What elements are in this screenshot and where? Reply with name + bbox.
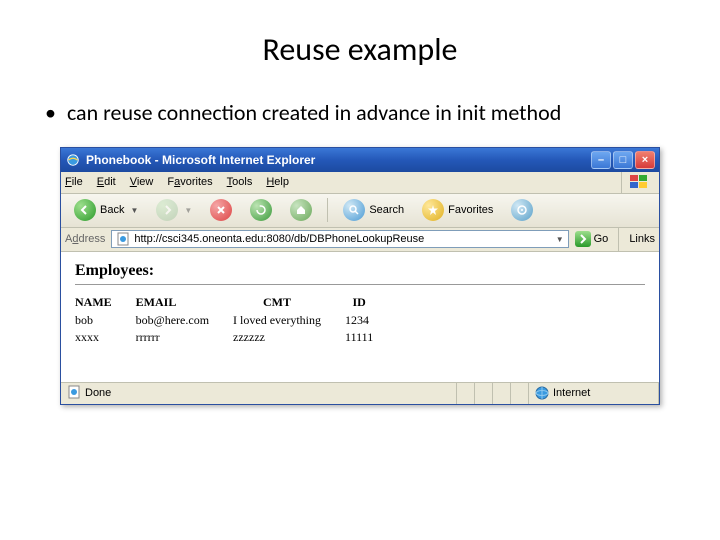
minimize-button[interactable]: – — [591, 151, 611, 169]
menu-favorites[interactable]: Favorites — [167, 176, 212, 188]
favorites-star-icon — [422, 199, 444, 221]
page-heading: Employees: — [75, 262, 645, 280]
status-blank-1 — [457, 383, 475, 404]
slide-bullet: can reuse connection created in advance … — [45, 99, 645, 127]
toolbar-separator — [327, 198, 328, 222]
maximize-button[interactable]: □ — [613, 151, 633, 169]
zone-text: Internet — [553, 387, 590, 399]
globe-icon — [535, 386, 549, 400]
slide-title: Reuse example — [35, 30, 685, 69]
cell-email: rrrrrr — [136, 329, 233, 346]
menubar: File Edit View Favorites Tools Help — [61, 172, 659, 194]
address-dropdown-icon[interactable]: ▼ — [556, 235, 564, 244]
back-button[interactable]: Back ▼ — [67, 197, 145, 223]
stop-icon — [210, 199, 232, 221]
forward-button[interactable]: ▼ — [149, 197, 199, 223]
status-main: Done — [61, 383, 457, 404]
cell-cmt: I loved everything — [233, 312, 345, 329]
address-url: http://csci345.oneonta.edu:8080/db/DBPho… — [134, 233, 424, 245]
back-dropdown-icon[interactable]: ▼ — [130, 206, 138, 215]
page-icon — [116, 232, 130, 246]
ie-window: Phonebook - Microsoft Internet Explorer … — [60, 147, 660, 405]
go-arrow-icon — [575, 231, 591, 247]
menu-edit[interactable]: Edit — [97, 176, 116, 188]
windows-flag-icon — [621, 172, 655, 193]
menu-help[interactable]: Help — [266, 176, 289, 188]
col-email: EMAIL — [136, 293, 233, 312]
table-row: bob bob@here.com I loved everything 1234 — [75, 312, 397, 329]
col-name: NAME — [75, 293, 136, 312]
home-icon — [290, 199, 312, 221]
search-button[interactable]: Search — [336, 197, 411, 223]
home-button[interactable] — [283, 197, 319, 223]
refresh-button[interactable] — [243, 197, 279, 223]
cell-name: xxxx — [75, 329, 136, 346]
status-blank-2 — [475, 383, 493, 404]
ie-logo-icon — [65, 152, 81, 168]
favorites-button[interactable]: Favorites — [415, 197, 500, 223]
go-label: Go — [594, 233, 609, 245]
search-icon — [343, 199, 365, 221]
status-zone: Internet — [529, 383, 659, 404]
address-label: Address — [65, 233, 105, 245]
table-row: xxxx rrrrrr zzzzzz 11111 — [75, 329, 397, 346]
refresh-icon — [250, 199, 272, 221]
back-label: Back — [100, 204, 124, 216]
media-icon — [511, 199, 533, 221]
address-input[interactable]: http://csci345.oneonta.edu:8080/db/DBPho… — [111, 230, 568, 248]
favorites-label: Favorites — [448, 204, 493, 216]
employees-table: NAME EMAIL CMT ID bob bob@here.com I lov… — [75, 293, 397, 346]
search-label: Search — [369, 204, 404, 216]
addr-separator — [618, 227, 619, 251]
cell-id: 11111 — [345, 329, 397, 346]
cell-id: 1234 — [345, 312, 397, 329]
media-button[interactable] — [504, 197, 540, 223]
window-title: Phonebook - Microsoft Internet Explorer — [86, 153, 591, 167]
cell-email: bob@here.com — [136, 312, 233, 329]
page-done-icon — [67, 385, 81, 402]
menu-file[interactable]: File — [65, 176, 83, 188]
statusbar: Done Internet — [61, 382, 659, 404]
table-header-row: NAME EMAIL CMT ID — [75, 293, 397, 312]
titlebar: Phonebook - Microsoft Internet Explorer … — [61, 148, 659, 172]
forward-dropdown-icon[interactable]: ▼ — [184, 206, 192, 215]
stop-button[interactable] — [203, 197, 239, 223]
status-blank-3 — [493, 383, 511, 404]
status-blank-4 — [511, 383, 529, 404]
toolbar: Back ▼ ▼ Sea — [61, 194, 659, 228]
close-button[interactable]: × — [635, 151, 655, 169]
go-button[interactable]: Go — [575, 231, 609, 247]
forward-arrow-icon — [156, 199, 178, 221]
page-content: Employees: NAME EMAIL CMT ID bob bob@her… — [61, 252, 659, 382]
col-cmt: CMT — [233, 293, 345, 312]
cell-name: bob — [75, 312, 136, 329]
status-text: Done — [85, 387, 111, 399]
cell-cmt: zzzzzz — [233, 329, 345, 346]
menu-view[interactable]: View — [130, 176, 154, 188]
heading-rule — [75, 284, 645, 285]
back-arrow-icon — [74, 199, 96, 221]
address-bar: Address http://csci345.oneonta.edu:8080/… — [61, 228, 659, 252]
menu-tools[interactable]: Tools — [227, 176, 253, 188]
links-label[interactable]: Links — [629, 233, 655, 245]
col-id: ID — [345, 293, 397, 312]
